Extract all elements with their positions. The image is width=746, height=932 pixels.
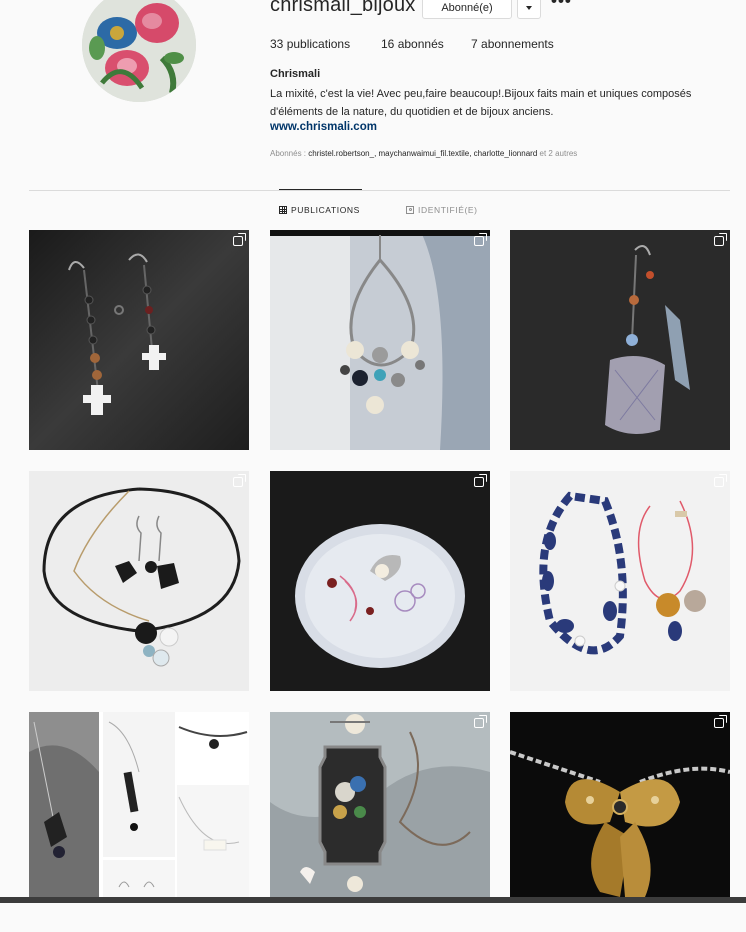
post-thumbnail[interactable] <box>510 230 730 450</box>
post-thumbnail[interactable] <box>29 230 249 450</box>
tab-tagged-label: IDENTIFIÉ(E) <box>418 205 478 215</box>
window-bottom-bar <box>0 897 746 903</box>
profile-avatar[interactable] <box>82 0 196 102</box>
multi-photo-icon <box>474 233 487 246</box>
multi-photo-icon <box>714 474 727 487</box>
suggestions-dropdown-button[interactable] <box>517 0 541 19</box>
followers-count: 16 <box>381 37 395 51</box>
post-image <box>270 712 490 897</box>
following-button[interactable]: Abonné(e) <box>422 0 512 19</box>
multi-photo-icon <box>714 233 727 246</box>
more-options-icon[interactable]: ••• <box>551 0 572 11</box>
stat-followers[interactable]: 16 abonnés <box>381 37 444 51</box>
tab-publications-label: PUBLICATIONS <box>291 205 360 215</box>
stat-posts: 33 publications <box>270 37 350 51</box>
post-image <box>270 230 490 450</box>
post-thumbnail[interactable] <box>270 230 490 450</box>
tagged-user-icon <box>406 206 414 214</box>
profile-username: chrismali_bijoux <box>270 0 416 16</box>
multi-photo-icon <box>474 474 487 487</box>
following-count: 7 <box>471 37 478 51</box>
posts-count: 33 <box>270 37 284 51</box>
post-image <box>510 712 730 897</box>
stat-following[interactable]: 7 abonnements <box>471 37 554 51</box>
tabs-divider <box>29 190 730 191</box>
posts-label: publications <box>286 37 351 51</box>
followed-by-more: et 2 autres <box>539 149 578 158</box>
followed-by-label: Abonnés : <box>270 149 307 158</box>
post-image <box>29 230 249 450</box>
multi-photo-icon <box>714 715 727 728</box>
post-thumbnail[interactable] <box>29 471 249 691</box>
post-image <box>510 471 730 691</box>
following-label: abonnements <box>481 37 554 51</box>
multi-photo-icon <box>233 474 246 487</box>
active-tab-indicator <box>279 189 362 190</box>
followed-by-names: christel.robertson_, maychanwaimui_fil.t… <box>308 149 538 158</box>
followers-label: abonnés <box>397 37 444 51</box>
multi-photo-icon <box>233 233 246 246</box>
post-thumbnail[interactable] <box>270 471 490 691</box>
followed-by[interactable]: Abonnés : christel.robertson_, maychanwa… <box>270 149 577 158</box>
multi-photo-icon <box>233 715 246 728</box>
post-image <box>270 471 490 691</box>
grid-icon <box>279 206 287 214</box>
tab-publications[interactable]: PUBLICATIONS <box>279 205 360 215</box>
post-image <box>510 230 730 450</box>
post-thumbnail[interactable] <box>510 471 730 691</box>
tab-tagged[interactable]: IDENTIFIÉ(E) <box>406 205 478 215</box>
profile-full-name: Chrismali <box>270 68 321 80</box>
profile-website-link[interactable]: www.chrismali.com <box>270 121 377 133</box>
multi-photo-icon <box>474 715 487 728</box>
post-image <box>29 712 249 897</box>
profile-bio: La mixité, c'est la vie! Avec peu,faire … <box>270 88 692 118</box>
post-image <box>29 471 249 691</box>
